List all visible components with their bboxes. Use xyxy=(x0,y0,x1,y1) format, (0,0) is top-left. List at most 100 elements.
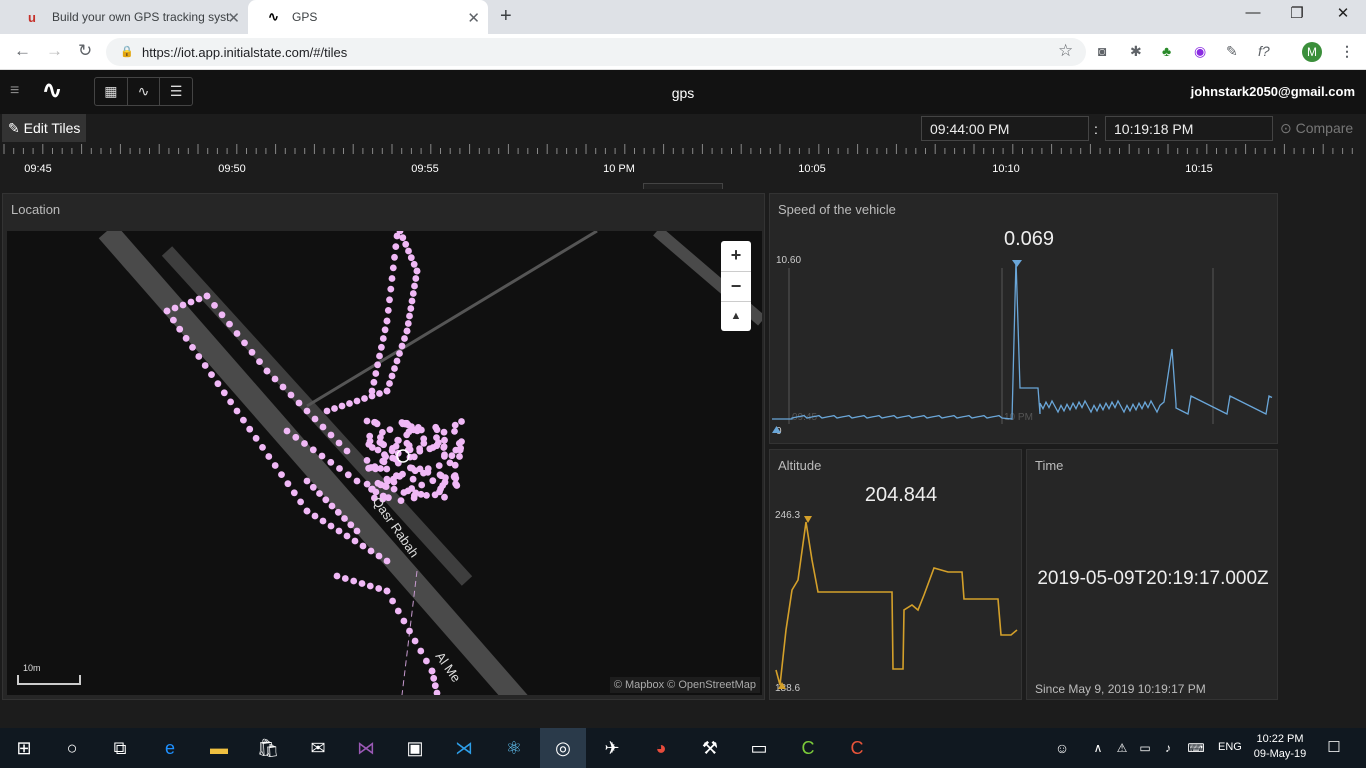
vscode-icon[interactable]: ⋊ xyxy=(452,736,476,760)
gps-point xyxy=(240,416,247,424)
store-icon[interactable]: 🛍 xyxy=(256,736,280,760)
end-time-input[interactable]: 10:19:18 PM xyxy=(1105,116,1273,141)
gps-point xyxy=(383,387,391,395)
tree-extension-icon[interactable]: ♣ xyxy=(1162,43,1171,59)
circle-extension-icon[interactable]: ◉ xyxy=(1194,43,1206,60)
camtasia-orange-icon[interactable]: C xyxy=(845,736,869,760)
gps-point xyxy=(397,497,405,504)
back-icon[interactable]: ← xyxy=(14,41,31,61)
close-tab-icon[interactable]: ✕ xyxy=(467,9,480,27)
tile-title: Time xyxy=(1035,458,1064,473)
volume-icon[interactable]: ♪ xyxy=(1156,736,1180,760)
timeline-label: 10:05 xyxy=(798,163,826,175)
battery-icon[interactable]: ▭ xyxy=(1133,736,1157,760)
timeline-drag-handle[interactable] xyxy=(643,183,723,189)
altitude-current-value: 204.844 xyxy=(864,484,938,506)
timeline-label: 09:55 xyxy=(411,163,439,175)
gps-point xyxy=(409,475,417,483)
camera-extension-icon[interactable]: ◙ xyxy=(1098,43,1106,59)
user-email[interactable]: johnstark2050@gmail.com xyxy=(1191,84,1355,99)
gps-point xyxy=(163,307,171,315)
lock-icon[interactable]: 🔒 xyxy=(120,45,134,58)
restore-icon[interactable]: ❐ xyxy=(1274,4,1320,22)
profile-avatar[interactable]: M xyxy=(1302,42,1322,62)
file-explorer-icon[interactable]: ▬ xyxy=(207,736,231,760)
gps-point xyxy=(376,352,383,360)
owl-app-icon[interactable]: ◕ xyxy=(649,736,673,760)
terminal-icon[interactable]: ▭ xyxy=(747,736,771,760)
gps-map[interactable]: Qasr Rabah Al Me + − ▲ 10m © Mapbox © Op… xyxy=(7,231,762,695)
people-icon[interactable]: ☺ xyxy=(1050,736,1074,760)
gps-point xyxy=(395,437,402,444)
gps-point xyxy=(383,317,391,325)
task-view-icon[interactable]: ⧉ xyxy=(108,736,132,760)
gps-point xyxy=(389,454,396,462)
tab-gps[interactable]: ∿ GPS ✕ xyxy=(248,0,488,34)
speed-chart[interactable] xyxy=(772,254,1277,434)
reload-icon[interactable]: ↻ xyxy=(78,41,92,61)
gps-point xyxy=(423,657,430,665)
gps-point xyxy=(433,689,441,695)
network-icon[interactable]: ⚠ xyxy=(1110,736,1134,760)
gps-point xyxy=(409,290,417,297)
gps-point xyxy=(271,462,279,469)
gps-point xyxy=(367,547,375,555)
tab-build-gps[interactable]: u Build your own GPS tracking syst ✕ xyxy=(8,0,248,34)
bookmark-star-icon[interactable]: ☆ xyxy=(1058,41,1073,61)
paint-icon[interactable]: ✈ xyxy=(600,736,624,760)
media-icon[interactable]: ▣ xyxy=(403,736,427,760)
initialstate-favicon-icon: ∿ xyxy=(268,9,279,24)
atom-icon[interactable]: ⚛ xyxy=(502,736,526,760)
gps-point xyxy=(343,532,351,540)
gps-point xyxy=(256,358,263,365)
menu-dots-icon[interactable]: ⋮ xyxy=(1340,43,1354,60)
eyedropper-extension-icon[interactable]: ✎ xyxy=(1226,43,1238,60)
camtasia-green-icon[interactable]: C xyxy=(796,736,820,760)
tray-overflow-icon[interactable]: ∧ xyxy=(1086,736,1110,760)
system-clock[interactable]: 10:22 PM 09-May-19 xyxy=(1250,732,1310,762)
gps-point xyxy=(407,305,415,312)
tools-icon[interactable]: ⚒ xyxy=(698,736,722,760)
chrome-icon[interactable]: ◎ xyxy=(540,728,586,768)
start-time-input[interactable]: 09:44:00 PM xyxy=(921,116,1089,141)
gps-point xyxy=(358,580,366,587)
formula-extension-icon[interactable]: f? xyxy=(1258,43,1270,59)
forward-icon[interactable]: → xyxy=(46,41,63,61)
gps-point xyxy=(220,389,228,397)
gps-point xyxy=(344,471,352,479)
gps-point xyxy=(203,292,211,300)
language-indicator[interactable]: ENG xyxy=(1218,741,1242,753)
map-attribution[interactable]: © Mapbox © OpenStreetMap xyxy=(609,677,760,693)
url-input[interactable]: https://iot.app.initialstate.com/#/tiles xyxy=(106,38,1086,66)
compare-button[interactable]: ⊙ Compare xyxy=(1280,120,1353,137)
minimize-icon[interactable]: — xyxy=(1230,4,1276,21)
close-tab-icon[interactable]: ✕ xyxy=(227,9,240,27)
close-window-icon[interactable]: ✕ xyxy=(1320,4,1366,22)
zoom-out-button[interactable]: − xyxy=(721,271,751,301)
reset-north-button[interactable]: ▲ xyxy=(721,301,751,331)
tile-title: Location xyxy=(11,202,61,217)
keyboard-icon[interactable]: ⌨ xyxy=(1184,736,1208,760)
edit-tiles-button[interactable]: ✎ Edit Tiles xyxy=(2,114,87,142)
gps-point xyxy=(458,438,465,445)
mail-icon[interactable]: ✉ xyxy=(306,736,330,760)
gps-point xyxy=(278,471,285,478)
gps-point xyxy=(301,440,308,447)
gps-point xyxy=(405,247,412,255)
search-icon[interactable]: ○ xyxy=(60,736,84,760)
altitude-chart[interactable] xyxy=(772,510,1021,690)
zoom-in-button[interactable]: + xyxy=(721,241,751,271)
visual-studio-icon[interactable]: ⋈ xyxy=(354,736,378,760)
browser-tab-strip: u Build your own GPS tracking syst ✕ ∿ G… xyxy=(0,0,1366,34)
edge-icon[interactable]: e xyxy=(158,736,182,760)
gps-point xyxy=(399,234,407,242)
notifications-icon[interactable]: ☐ xyxy=(1322,736,1346,760)
new-tab-icon[interactable]: + xyxy=(500,5,512,28)
windows-start-icon[interactable]: ⊞ xyxy=(12,736,36,760)
timeline[interactable]: 09:45 09:50 09:55 10 PM 10:05 10:10 10:1… xyxy=(0,144,1366,189)
gps-point xyxy=(412,275,420,282)
timeline-label: 10:10 xyxy=(992,163,1020,175)
gps-point xyxy=(420,439,428,447)
gps-point xyxy=(328,502,336,510)
bug-extension-icon[interactable]: ✱ xyxy=(1130,43,1142,60)
